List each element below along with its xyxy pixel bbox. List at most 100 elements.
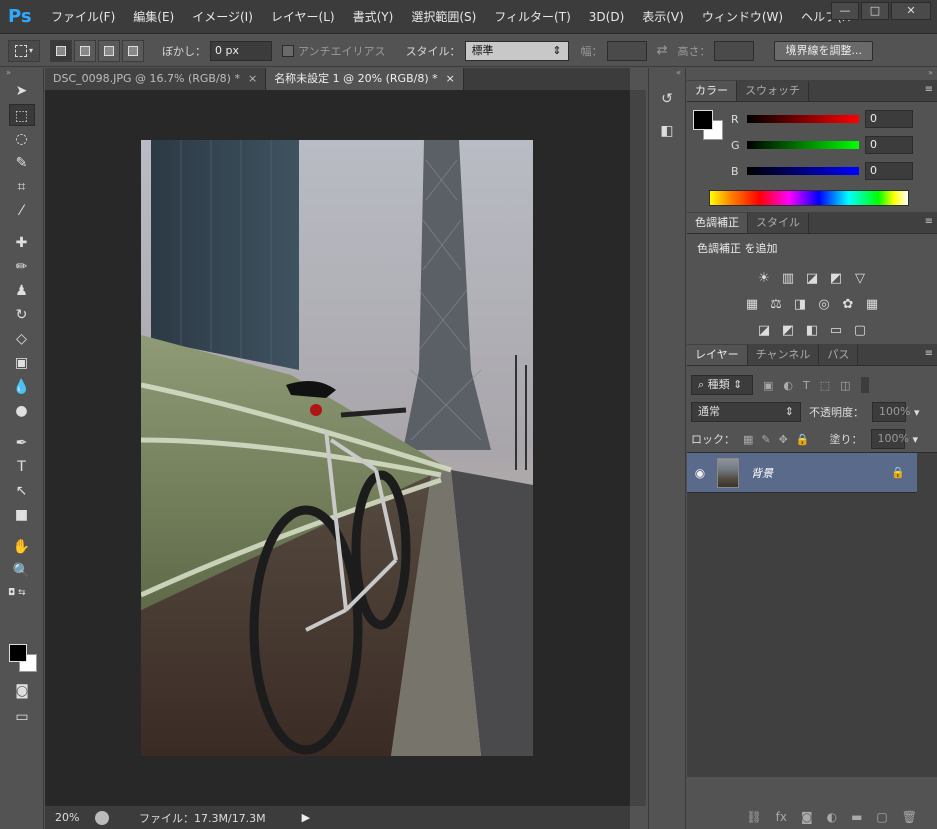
tab-adjustments[interactable]: 色調補正: [687, 213, 748, 233]
blue-slider[interactable]: [747, 167, 859, 175]
layer-name[interactable]: 背景: [751, 465, 891, 481]
brightness-icon[interactable]: ☀: [755, 270, 773, 288]
lock-transparent-icon[interactable]: ▦: [743, 433, 753, 446]
document-canvas[interactable]: [141, 140, 533, 756]
menu-edit[interactable]: 編集(E): [124, 0, 183, 34]
feather-input[interactable]: 0 px: [210, 40, 272, 61]
threshold-icon[interactable]: ◧: [803, 322, 821, 340]
color-spectrum[interactable]: [709, 190, 909, 206]
subtract-selection-button[interactable]: [98, 39, 120, 62]
gradient-map-icon[interactable]: ▭: [827, 322, 845, 340]
red-value[interactable]: 0: [865, 110, 913, 128]
close-icon[interactable]: ×: [446, 68, 455, 90]
quick-mask-icon[interactable]: ◙: [9, 680, 35, 702]
clone-stamp-tool-icon[interactable]: ♟: [9, 280, 35, 302]
blend-mode-select[interactable]: 通常 ⇕: [691, 402, 801, 422]
lock-brush-icon[interactable]: ✎: [761, 433, 770, 446]
tab-paths[interactable]: パス: [819, 345, 859, 365]
history-brush-tool-icon[interactable]: ↻: [9, 304, 35, 326]
lock-all-icon[interactable]: 🔒: [796, 433, 810, 446]
canvas-area[interactable]: [45, 90, 630, 806]
filter-type-icon[interactable]: T: [803, 379, 810, 392]
height-input[interactable]: [714, 40, 755, 61]
new-layer-icon[interactable]: ▢: [876, 810, 887, 824]
fill-input[interactable]: 100%: [870, 429, 909, 449]
refine-edge-button[interactable]: 境界線を調整...: [774, 40, 873, 61]
menu-select[interactable]: 選択範囲(S): [402, 0, 485, 34]
doc-tab-untitled[interactable]: 名称未設定 1 @ 20% (RGB/8) * ×: [266, 68, 464, 90]
width-input[interactable]: [606, 40, 647, 61]
menu-layer[interactable]: レイヤー(L): [262, 0, 344, 34]
default-colors-icon[interactable]: ◘ ⇆: [0, 588, 43, 598]
layer-row-background[interactable]: ◉ 背景 🔒: [687, 453, 917, 493]
invert-icon[interactable]: ◪: [755, 322, 773, 340]
blur-tool-icon[interactable]: 💧: [9, 376, 35, 398]
collapse-icon[interactable]: »: [687, 68, 937, 80]
zoom-tool-icon[interactable]: 🔍: [9, 560, 35, 582]
crop-tool-icon[interactable]: ⌗: [9, 176, 35, 198]
filter-shape-icon[interactable]: ⬚: [820, 379, 830, 392]
hand-tool-icon[interactable]: ✋: [9, 536, 35, 558]
screen-mode-icon[interactable]: ▭: [9, 706, 35, 728]
vibrance-icon[interactable]: ▽: [851, 270, 869, 288]
link-layers-icon[interactable]: ⛓: [746, 810, 761, 824]
lock-position-icon[interactable]: ✥: [779, 433, 788, 446]
opacity-input[interactable]: 100%: [872, 402, 910, 422]
lasso-tool-icon[interactable]: ◌: [9, 128, 35, 150]
zoom-level[interactable]: 20%: [45, 811, 95, 824]
menu-3d[interactable]: 3D(D): [580, 0, 633, 34]
visibility-eye-icon[interactable]: ◉: [687, 466, 713, 480]
tab-styles[interactable]: スタイル: [748, 213, 809, 233]
3d-icon[interactable]: ◧: [654, 118, 680, 144]
filter-pixel-icon[interactable]: ▣: [763, 379, 773, 392]
layer-mask-icon[interactable]: ◙: [801, 810, 813, 824]
add-selection-button[interactable]: [74, 39, 96, 62]
proof-icon[interactable]: [95, 810, 109, 825]
menu-image[interactable]: イメージ(I): [183, 0, 262, 34]
red-slider[interactable]: [747, 115, 859, 123]
blue-value[interactable]: 0: [865, 162, 913, 180]
status-menu-arrow-icon[interactable]: ▶: [302, 811, 310, 824]
hue-saturation-icon[interactable]: ▦: [743, 296, 761, 314]
panel-menu-icon[interactable]: ≡: [925, 84, 933, 95]
close-button[interactable]: ✕: [891, 2, 931, 20]
menu-view[interactable]: 表示(V): [633, 0, 693, 34]
color-lookup-icon[interactable]: ▦: [863, 296, 881, 314]
marquee-tool-icon[interactable]: ⬚: [8, 104, 35, 126]
green-value[interactable]: 0: [865, 136, 913, 154]
layer-filter-select[interactable]: ⌕ 種類 ⇕: [691, 375, 753, 395]
channel-mixer-icon[interactable]: ✿: [839, 296, 857, 314]
tool-preset-picker[interactable]: ▾: [8, 39, 40, 62]
close-icon[interactable]: ×: [248, 68, 257, 90]
antialias-checkbox[interactable]: [282, 44, 294, 57]
levels-icon[interactable]: ▥: [779, 270, 797, 288]
selective-color-icon[interactable]: ▢: [851, 322, 869, 340]
style-select[interactable]: 標準 ⇕: [464, 40, 569, 61]
menu-type[interactable]: 書式(Y): [344, 0, 403, 34]
rectangle-tool-icon[interactable]: ■: [9, 504, 35, 526]
vertical-scrollbar[interactable]: [630, 90, 646, 806]
type-tool-icon[interactable]: T: [9, 456, 35, 478]
doc-tab-dsc0098[interactable]: DSC_0098.JPG @ 16.7% (RGB/8) * ×: [45, 68, 267, 90]
history-icon[interactable]: ↺: [654, 86, 680, 112]
collapse-icon[interactable]: «: [649, 68, 685, 80]
new-selection-button[interactable]: [50, 39, 72, 62]
menu-filter[interactable]: フィルター(T): [485, 0, 579, 34]
group-folder-icon[interactable]: ▬: [851, 810, 862, 824]
chevron-down-icon[interactable]: ▾: [913, 433, 919, 446]
maximize-button[interactable]: □: [861, 2, 889, 20]
filter-toggle[interactable]: [860, 377, 869, 393]
gradient-tool-icon[interactable]: ▣: [9, 352, 35, 374]
menu-window[interactable]: ウィンドウ(W): [693, 0, 792, 34]
tab-layers[interactable]: レイヤー: [687, 345, 748, 365]
pen-tool-icon[interactable]: ✒: [9, 432, 35, 454]
curves-icon[interactable]: ◪: [803, 270, 821, 288]
foreground-color-swatch[interactable]: [693, 110, 713, 130]
adjustment-layer-icon[interactable]: ◐: [827, 810, 837, 824]
tab-channels[interactable]: チャンネル: [747, 345, 820, 365]
chevron-down-icon[interactable]: ▾: [914, 406, 920, 419]
photo-filter-icon[interactable]: ◎: [815, 296, 833, 314]
delete-layer-icon[interactable]: 🗑: [902, 810, 917, 824]
black-white-icon[interactable]: ◨: [791, 296, 809, 314]
healing-brush-tool-icon[interactable]: ✚: [9, 232, 35, 254]
